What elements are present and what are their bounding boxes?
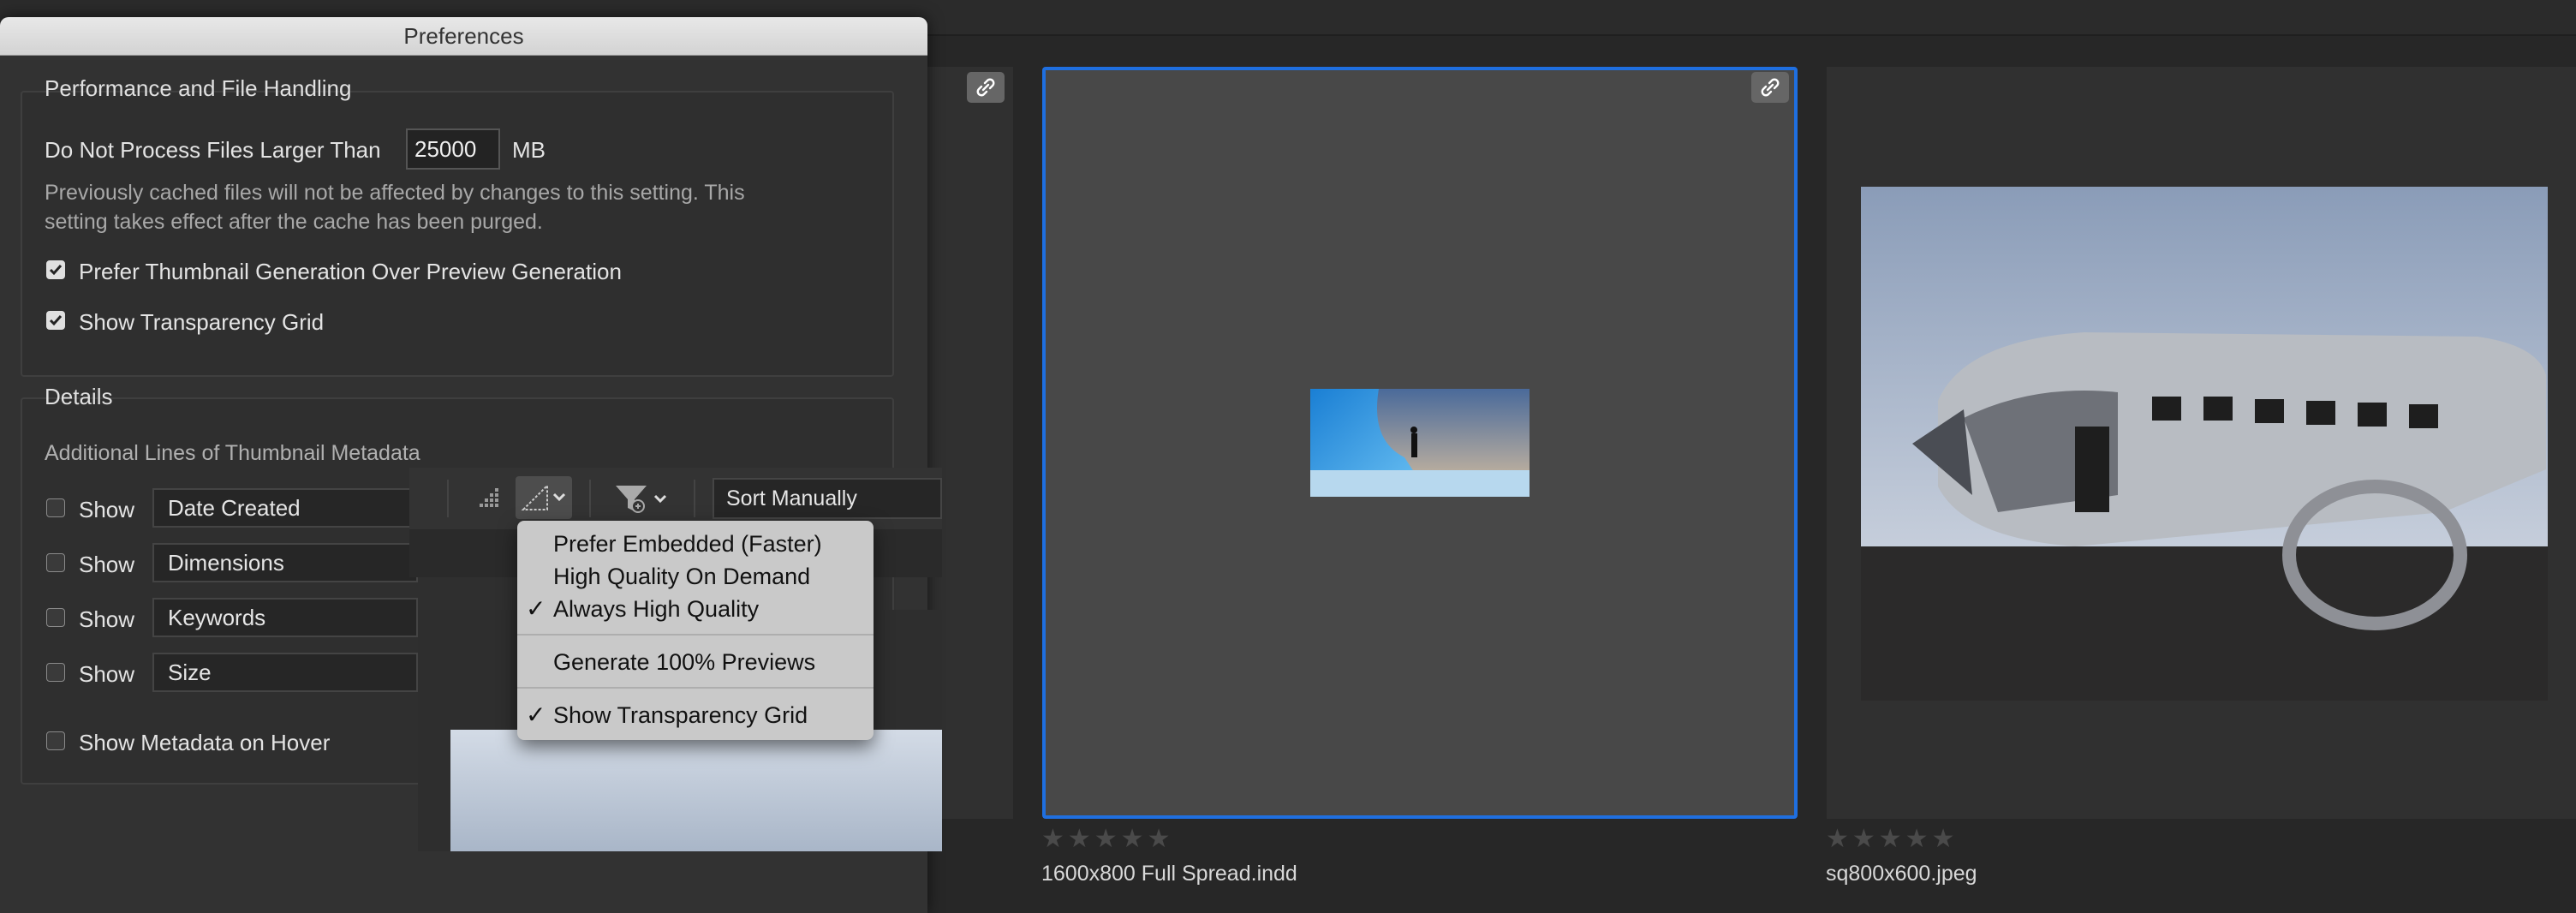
show-keywords-checkbox[interactable]	[46, 608, 65, 627]
menu-item-always-high-quality[interactable]: ✓ Always High Quality	[517, 593, 874, 625]
show-metadata-hover-checkbox[interactable]	[46, 731, 65, 750]
link-icon[interactable]	[1751, 72, 1789, 103]
menu-item-label: Always High Quality	[553, 596, 760, 622]
menu-item-show-transparency-grid[interactable]: ✓ Show Transparency Grid	[517, 699, 874, 731]
menu-item-high-quality-on-demand[interactable]: High Quality On Demand	[517, 560, 874, 593]
rating-stars[interactable]: ★★★★★	[1041, 824, 1173, 854]
ice-cave-thumbnail	[1310, 389, 1530, 497]
metadata-select-2[interactable]: Dimensions	[152, 543, 418, 582]
transparency-grid-checkbox[interactable]	[46, 311, 65, 330]
metadata-select-1[interactable]: Date Created	[152, 488, 418, 528]
metadata-select-3[interactable]: Keywords	[152, 598, 418, 637]
menu-item-label: High Quality On Demand	[553, 564, 811, 589]
quality-low-icon[interactable]	[473, 481, 507, 516]
filename-label: 1600x800 Full Spread.indd	[1041, 862, 1297, 886]
menu-item-label: Prefer Embedded (Faster)	[553, 531, 822, 557]
link-icon[interactable]	[967, 72, 1005, 103]
menu-item-label: Show Transparency Grid	[553, 702, 808, 728]
checkmark-icon: ✓	[526, 595, 546, 622]
menu-separator	[517, 634, 874, 636]
filename-label: sq800x600.jpeg	[1826, 862, 1977, 886]
file-size-limit-label: Do Not Process Files Larger Than	[45, 137, 381, 163]
dialog-title: Preferences	[0, 17, 927, 56]
metadata-select-4[interactable]: Size	[152, 653, 418, 692]
filter-icon[interactable]	[610, 478, 675, 519]
checkmark-icon: ✓	[526, 701, 546, 728]
show-label: Show	[79, 606, 135, 632]
quality-high-icon[interactable]	[516, 476, 572, 519]
details-heading: Details	[45, 384, 113, 409]
rating-stars[interactable]: ★★★★★	[1826, 824, 1958, 854]
file-size-limit-input[interactable]: 25000	[406, 128, 500, 170]
sky-preview-image	[450, 730, 942, 851]
cache-note-line2: setting takes effect after the cache has…	[45, 210, 543, 234]
menu-separator	[517, 687, 874, 689]
menu-item-label: Generate 100% Previews	[553, 649, 816, 675]
quality-dropdown-menu: Prefer Embedded (Faster) High Quality On…	[517, 521, 874, 740]
show-size-checkbox[interactable]	[46, 663, 65, 682]
metadata-lines-label: Additional Lines of Thumbnail Metadata	[45, 441, 420, 465]
show-label: Show	[79, 661, 135, 687]
menu-item-generate-previews[interactable]: Generate 100% Previews	[517, 646, 874, 678]
plane-wreck-thumbnail	[1861, 187, 2548, 701]
prefer-thumbnail-label: Prefer Thumbnail Generation Over Preview…	[79, 259, 622, 284]
prefer-thumbnail-checkbox[interactable]	[46, 260, 65, 279]
sort-select[interactable]: Sort Manually	[713, 478, 942, 519]
toolbar-divider	[447, 480, 449, 517]
toolbar-divider	[589, 480, 591, 517]
show-label: Show	[79, 552, 135, 577]
show-metadata-hover-label: Show Metadata on Hover	[79, 730, 331, 755]
menu-item-prefer-embedded[interactable]: Prefer Embedded (Faster)	[517, 528, 874, 560]
show-dimensions-checkbox[interactable]	[46, 553, 65, 572]
show-date-created-checkbox[interactable]	[46, 498, 65, 517]
toolbar-divider	[694, 480, 695, 517]
performance-heading: Performance and File Handling	[45, 75, 352, 101]
file-size-unit: MB	[512, 137, 546, 163]
transparency-grid-label: Show Transparency Grid	[79, 309, 325, 335]
show-label: Show	[79, 497, 135, 522]
cache-note-line1: Previously cached files will not be affe…	[45, 181, 745, 205]
